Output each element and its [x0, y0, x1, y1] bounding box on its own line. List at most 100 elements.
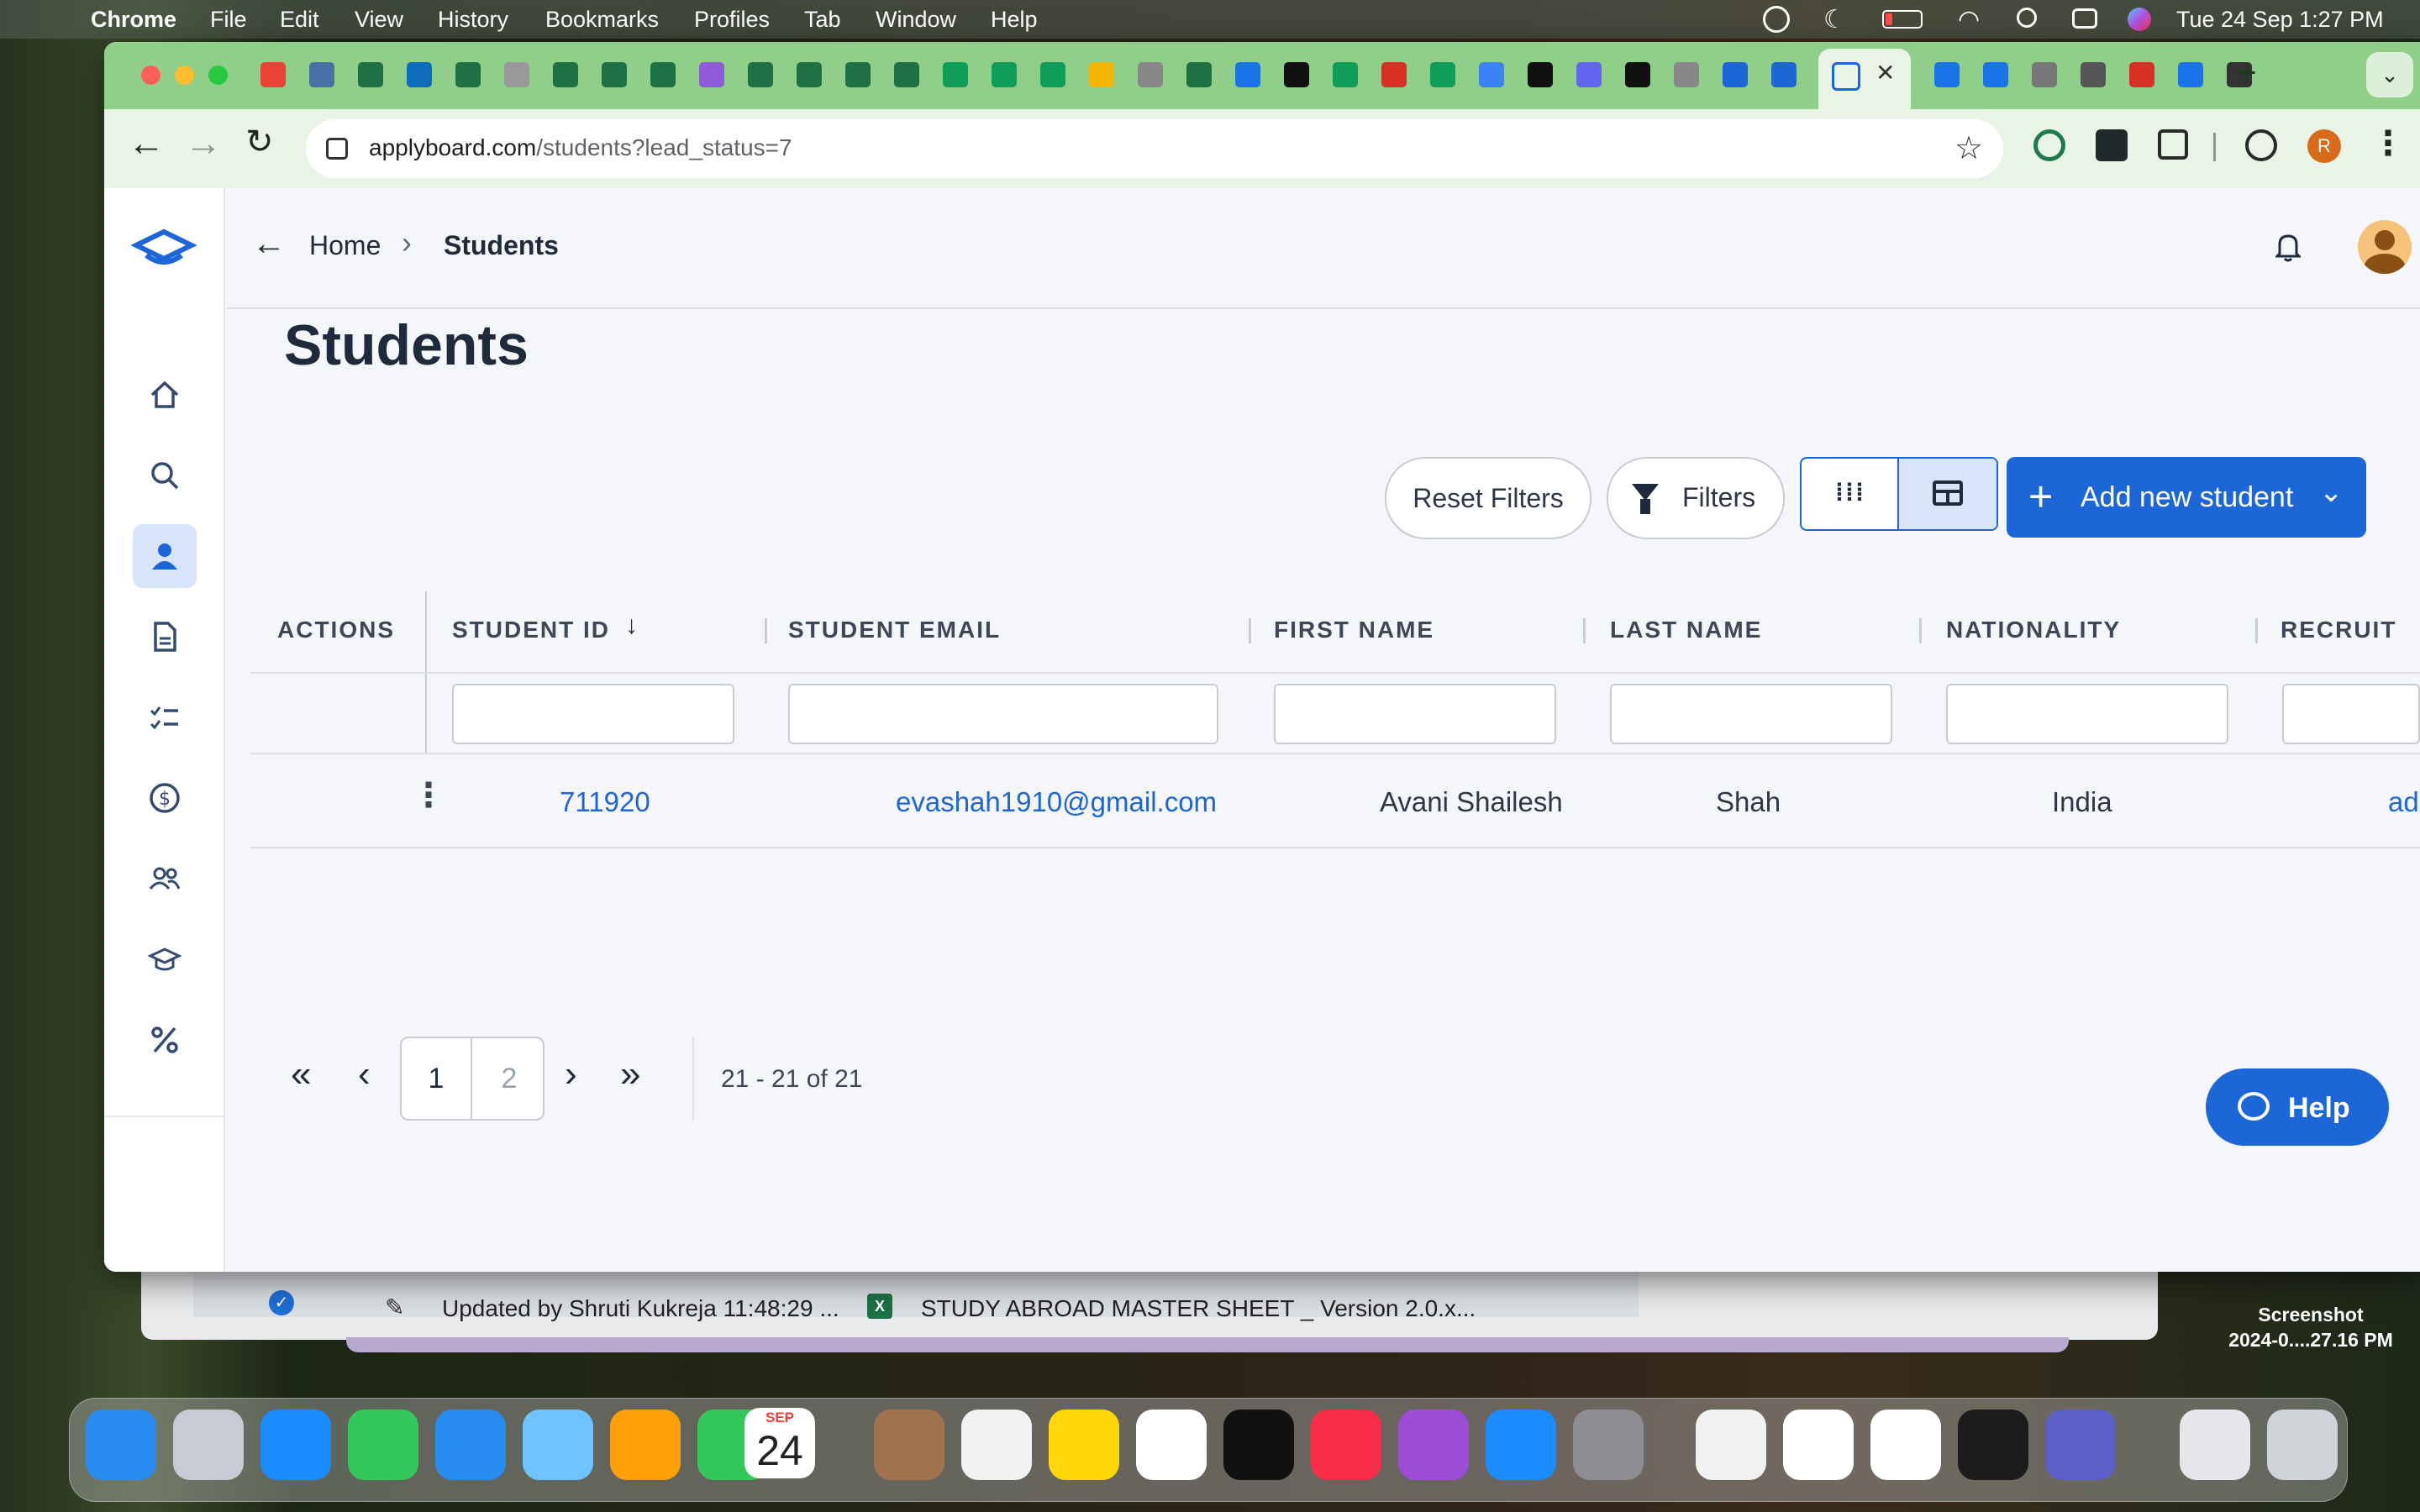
chatgpt-dock-icon[interactable] [1870, 1410, 1941, 1480]
chevron-down-icon[interactable]: ⌄ [2319, 475, 2344, 509]
menu-bookmarks[interactable]: Bookmarks [545, 7, 659, 33]
tab-favicon[interactable] [407, 62, 432, 87]
tab-favicon[interactable] [1771, 62, 1797, 87]
desktop-screenshot-file[interactable]: Screenshot 2024-0....27.16 PM [2193, 1302, 2420, 1352]
tab-favicon[interactable] [2032, 62, 2057, 87]
moon-icon[interactable]: ☾ [1823, 5, 1846, 34]
column-resize-handle[interactable] [1249, 618, 1251, 643]
reminders-dock-icon[interactable] [961, 1410, 1032, 1480]
performance-icon[interactable] [2245, 129, 2277, 161]
maps-dock-icon[interactable] [523, 1410, 593, 1480]
breadcrumb-home[interactable]: Home [309, 230, 381, 261]
column-header-first-name[interactable]: FIRST NAME [1274, 617, 1434, 643]
settings-dock-icon[interactable] [1573, 1410, 1644, 1480]
column-header-nationality[interactable]: NATIONALITY [1946, 617, 2121, 643]
finder-dock-icon[interactable] [86, 1410, 156, 1480]
tab-favicon[interactable] [1040, 62, 1065, 87]
nav-payments[interactable]: $ [133, 766, 197, 830]
previous-page-icon[interactable]: ‹ [358, 1053, 371, 1095]
tab-favicon[interactable] [1381, 62, 1407, 87]
trash-dock-icon[interactable] [2267, 1410, 2338, 1480]
last-page-icon[interactable]: » [620, 1053, 640, 1095]
podcasts-dock-icon[interactable] [1398, 1410, 1469, 1480]
calendar-dock-icon[interactable]: SEP 24 [744, 1408, 815, 1478]
tab-favicon[interactable] [1186, 62, 1212, 87]
music-dock-icon[interactable] [1311, 1410, 1381, 1480]
column-view-button[interactable]: ⁞⁞⁞ [1802, 459, 1899, 529]
contacts-dock-icon[interactable] [874, 1410, 944, 1480]
menu-window[interactable]: Window [876, 7, 956, 33]
tab-favicon[interactable] [748, 62, 773, 87]
tab-favicon[interactable] [699, 62, 724, 87]
terminal-dock-icon[interactable] [1958, 1410, 2028, 1480]
back-arrow-icon[interactable]: ← [252, 225, 286, 263]
cell-student-id[interactable]: 711920 [560, 786, 650, 818]
launchpad-dock-icon[interactable] [173, 1410, 244, 1480]
reload-icon[interactable]: ↻ [245, 123, 274, 161]
back-arrow-icon[interactable]: ← [128, 123, 165, 165]
filter-nationality-input[interactable] [1946, 684, 2228, 744]
filter-first-name-input[interactable] [1274, 684, 1556, 744]
column-resize-handle[interactable] [1583, 618, 1586, 643]
appstore-dock-icon[interactable] [1486, 1410, 1556, 1480]
filters-button[interactable]: Filters [1607, 457, 1785, 539]
tab-favicon[interactable] [797, 62, 822, 87]
column-header-student-email[interactable]: STUDENT EMAIL [788, 617, 1001, 643]
tab-favicon[interactable] [2081, 62, 2106, 87]
tab-favicon[interactable] [1284, 62, 1309, 87]
nav-tasks[interactable] [133, 685, 197, 749]
row-actions-menu-icon[interactable]: ⋮ [412, 776, 445, 815]
tab-favicon[interactable] [602, 62, 627, 87]
teams-dock-icon[interactable] [2045, 1410, 2116, 1480]
reset-filters-button[interactable]: Reset Filters [1385, 457, 1591, 539]
site-settings-icon[interactable] [326, 138, 348, 160]
tv-dock-icon[interactable] [1223, 1410, 1294, 1480]
column-header-student-id[interactable]: STUDENT ID [452, 617, 610, 643]
profile-avatar[interactable]: R [2307, 129, 2341, 163]
filter-recruiter-input[interactable] [2282, 684, 2420, 744]
mail-dock-icon[interactable] [435, 1410, 506, 1480]
tab-search-chevron-icon[interactable]: ⌄ [2366, 52, 2413, 97]
add-new-student-button[interactable]: + Add new student ⌄ [2007, 457, 2366, 538]
tab-favicon[interactable] [943, 62, 968, 87]
nav-applications[interactable] [133, 605, 197, 669]
messages-dock-icon[interactable] [348, 1410, 418, 1480]
page-1-button[interactable]: 1 [402, 1038, 472, 1119]
column-header-recruiter[interactable]: RECRUIT [2281, 617, 2420, 643]
chrome-dock-icon[interactable] [1696, 1410, 1766, 1480]
bell-icon[interactable] [2274, 232, 2302, 262]
close-window-button[interactable] [141, 66, 160, 85]
menu-file[interactable]: File [210, 7, 247, 33]
slack-dock-icon[interactable] [1783, 1410, 1854, 1480]
tab-favicon[interactable] [1528, 62, 1553, 87]
extensions-puzzle-icon[interactable] [2158, 129, 2188, 160]
nav-team[interactable] [133, 847, 197, 911]
tab-favicon[interactable] [2129, 62, 2154, 87]
menu-help[interactable]: Help [991, 7, 1038, 33]
nav-programs[interactable] [133, 927, 197, 991]
tab-favicon[interactable] [1479, 62, 1504, 87]
close-tab-icon[interactable]: ✕ [1876, 59, 1895, 87]
user-avatar[interactable] [2358, 220, 2412, 274]
menu-app-name[interactable]: Chrome [91, 7, 176, 33]
help-button[interactable]: Help [2206, 1068, 2389, 1146]
next-page-icon[interactable]: › [565, 1053, 577, 1095]
tab-favicon[interactable] [650, 62, 676, 87]
menubar-clock[interactable]: Tue 24 Sep 1:27 PM [2176, 7, 2384, 33]
photos-dock-icon[interactable] [610, 1410, 681, 1480]
freeform-dock-icon[interactable] [1136, 1410, 1207, 1480]
url-text[interactable]: applyboard.com/students?lead_status=7 [369, 134, 792, 161]
page-2-button[interactable]: 2 [474, 1038, 544, 1119]
tab-favicon[interactable] [1430, 62, 1455, 87]
applyboard-logo-icon[interactable] [130, 218, 197, 279]
chatgpt-status-icon[interactable] [1763, 6, 1790, 33]
column-resize-handle[interactable] [765, 618, 767, 643]
preview-dock-icon[interactable] [2180, 1410, 2250, 1480]
first-page-icon[interactable]: « [291, 1053, 311, 1095]
wifi-icon[interactable]: ◠ [1958, 5, 1980, 34]
nav-home[interactable] [133, 363, 197, 427]
minimize-window-button[interactable] [175, 66, 194, 85]
tab-favicon[interactable] [894, 62, 919, 87]
tab-favicon[interactable] [1235, 62, 1260, 87]
tab-favicon[interactable] [455, 62, 481, 87]
